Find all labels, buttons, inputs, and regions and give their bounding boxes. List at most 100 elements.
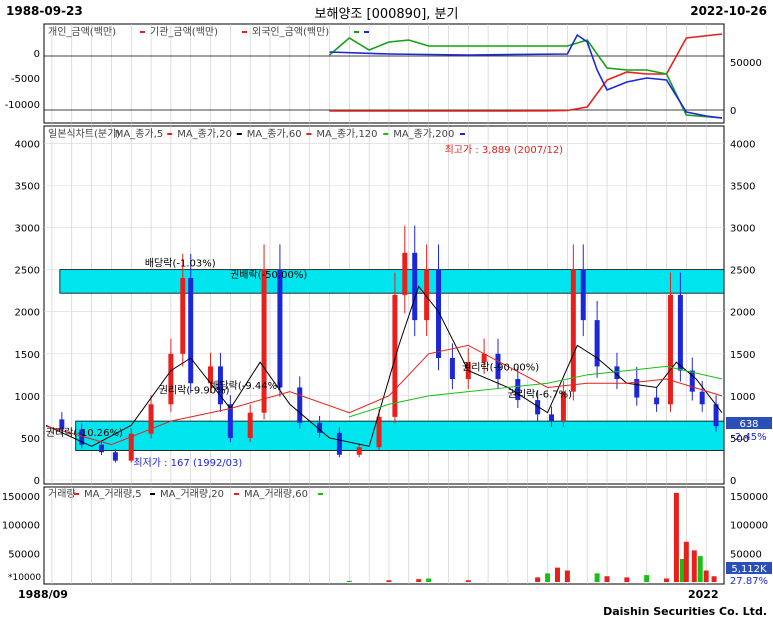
candle-body [376, 416, 382, 448]
volume-bar [683, 541, 689, 582]
candle-body [392, 294, 398, 417]
candle-body [98, 444, 104, 453]
price-tick-right: 3000 [730, 224, 755, 235]
annotation-text: 최고가 : 3,889 (2007/12) [445, 144, 564, 156]
grid-lines [44, 24, 724, 584]
volume-bar [465, 580, 471, 582]
candle-body [677, 294, 683, 371]
credit-text: Daishin Securities Co. Ltd. [603, 605, 767, 618]
price-legend-swatch [460, 133, 465, 135]
volume-unit: *10000 [8, 573, 41, 583]
support-bands [59, 269, 725, 451]
volume-tick-right: 100000 [730, 521, 768, 532]
annotation-text: 권리락(-90.00%) [462, 362, 539, 374]
candle-body [436, 269, 442, 358]
volume-tick-left: 100000 [2, 521, 40, 532]
candle-body [336, 432, 342, 455]
price-tick-left: 2500 [15, 266, 40, 277]
price-tick-left: 1500 [15, 350, 40, 361]
price-legend-swatch [306, 133, 312, 135]
volume-legend-label: 거래량 [48, 488, 76, 500]
price-tick-left: 3500 [15, 181, 40, 192]
candle-body [297, 387, 303, 423]
price-legend-label: MA_종가,5 [115, 128, 163, 140]
candle-body [277, 269, 283, 388]
price-legend-label: MA_종가,200 [393, 128, 454, 140]
price-legend-swatch [167, 133, 173, 135]
candle-body [570, 269, 576, 392]
price-tick-right: 2000 [730, 308, 755, 319]
price-legend-label: MA_종가,60 [247, 128, 302, 140]
volume-bar [426, 578, 432, 582]
flow-line-series [329, 33, 723, 119]
volume-bar [594, 573, 600, 582]
candle-body [112, 452, 118, 461]
lower-band [75, 420, 725, 451]
price-tick-right: 0 [730, 476, 736, 487]
candle-body [402, 252, 408, 295]
volume-bar [711, 576, 717, 582]
volume-bar [691, 550, 697, 582]
volume-legend-label: MA_거래량,60 [244, 488, 308, 500]
annotation-text: 최저가 : 167 (1992/03) [133, 457, 242, 469]
price-tick-left: 4000 [15, 139, 40, 150]
annotation-text: 배당락(-1.03%) [145, 257, 216, 269]
last-change: -2.45% [731, 432, 766, 443]
volume-bars [346, 492, 717, 582]
flow-tick-left: 0 [34, 49, 40, 60]
price-tick-right: 1000 [730, 392, 755, 403]
last-price: 638 [739, 419, 758, 430]
candle-body [654, 397, 660, 405]
flow-legend-label: 외국인_금액(백만) [252, 26, 329, 38]
stock-chart: 0 0500 5001000 10001500 15002000 20002500 2500… [2, 23, 772, 587]
price-legend-label: 일본식차트(분기) [48, 128, 120, 140]
flow-legend-swatch [242, 31, 247, 33]
price-legend-label: MA_종가,120 [316, 128, 377, 140]
price-tick-left: 3000 [15, 224, 40, 235]
volume-bar [554, 567, 560, 582]
annotation-text: 권배락(-50.00%) [230, 269, 307, 281]
flow-tick-right: 50000 [730, 58, 762, 69]
candle-body [168, 353, 174, 405]
volume-legend-swatch [234, 493, 239, 495]
price-legend-swatch [236, 133, 242, 135]
candle-body [580, 269, 586, 321]
volume-bar [386, 580, 392, 582]
annotation-text: 권리락(-6.7%) [508, 389, 573, 401]
last-volume-change: 27.87% [730, 576, 768, 587]
price-legend-swatch [383, 133, 389, 135]
flow-legend-swatch [364, 31, 369, 33]
price-tick-left: 1000 [15, 392, 40, 403]
volume-bar [673, 492, 679, 582]
flow-tick-left: -5000 [11, 74, 40, 85]
price-tick-left: 2000 [15, 308, 40, 319]
volume-bar [545, 573, 551, 582]
volume-tick-left: 50000 [8, 549, 40, 560]
price-tick-left: 0 [34, 476, 40, 487]
volume-panel-frame [43, 486, 725, 585]
flow-line-외국인_금액(백만) [328, 37, 723, 119]
volume-tick-right: 50000 [730, 549, 762, 560]
price-legend-label: MA_종가,20 [177, 128, 232, 140]
volume-tick-left: 150000 [2, 492, 40, 503]
volume-bar [564, 570, 570, 582]
axis-start-label: 1988/09 [18, 588, 68, 601]
price-tick-right: 1500 [730, 350, 755, 361]
volume-bar [604, 576, 610, 582]
candle-body [412, 252, 418, 321]
volume-bar [346, 580, 352, 582]
flow-legend-swatch [354, 31, 359, 33]
last-volume: 5,112K [731, 564, 767, 575]
candle-body [180, 278, 186, 354]
flow-legend-swatch [140, 31, 145, 33]
volume-bar [664, 578, 670, 582]
volume-legend-label: MA_거래량,5 [84, 488, 142, 500]
volume-bar [416, 579, 422, 582]
candle-body [449, 357, 455, 380]
candle-body [188, 278, 194, 384]
flow-tick-left: -10000 [5, 100, 40, 111]
volume-legend-label: MA_거래량,20 [160, 488, 224, 500]
candle-body [667, 294, 673, 405]
flow-legend-label: 개인_금액(백만) [48, 26, 116, 38]
upper-band [59, 269, 725, 294]
